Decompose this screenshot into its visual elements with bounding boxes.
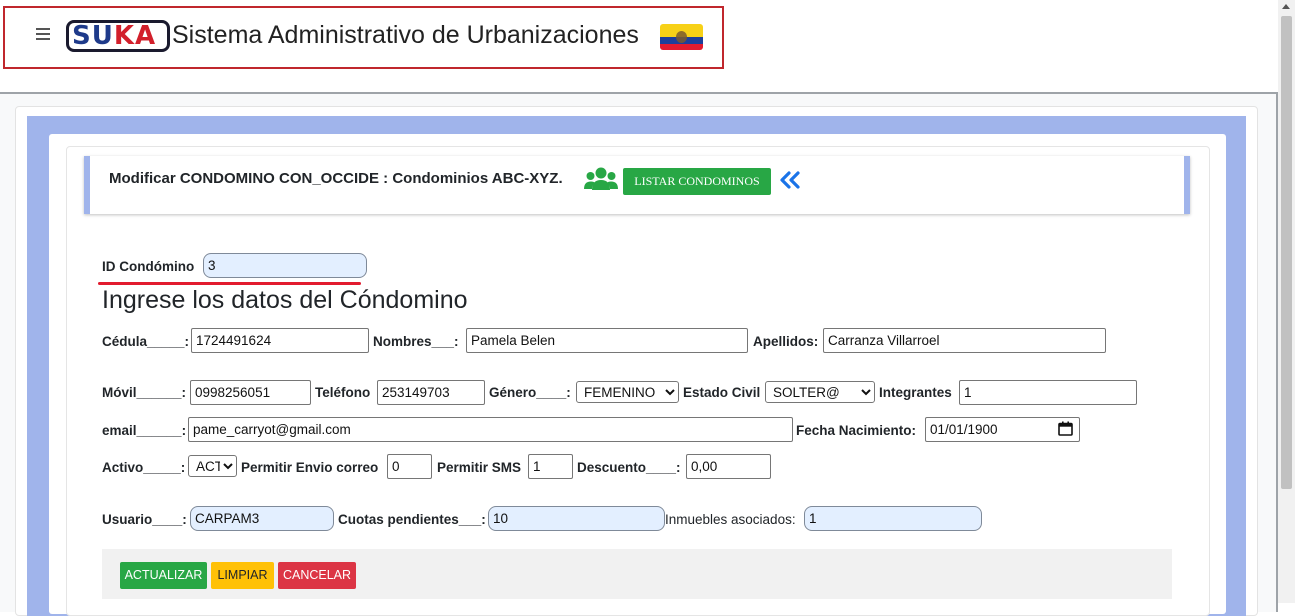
integrantes-label: Integrantes (879, 385, 952, 400)
cedula-label: Cédula_____: (102, 334, 190, 349)
limpiar-button[interactable]: LIMPIAR (211, 562, 274, 589)
inmuebles-asociados-label: Inmuebles asociados: (665, 512, 796, 527)
ecuador-flag-icon (660, 24, 703, 50)
cuotas-pendientes-label: Cuotas pendientes___: (338, 512, 486, 527)
genero-label: Género____: (489, 385, 571, 400)
double-chevron-left-icon[interactable] (778, 171, 802, 189)
inmuebles-asociados-field[interactable] (804, 506, 982, 531)
genero-select[interactable]: FEMENINO (576, 381, 679, 403)
cancelar-button[interactable]: CANCELAR (278, 562, 356, 589)
scroll-up-arrow-icon[interactable] (1282, 4, 1290, 9)
hamburger-menu-icon[interactable] (36, 28, 50, 40)
usuario-label: Usuario____: (102, 512, 187, 527)
id-condomino-field[interactable] (203, 253, 367, 278)
section-heading: Ingrese los datos del Cóndomino (102, 286, 468, 314)
actualizar-button[interactable]: ACTUALIZAR (120, 562, 207, 589)
users-icon (584, 167, 618, 190)
descuento-label: Descuento____: (577, 460, 681, 475)
activo-label: Activo_____: (102, 460, 186, 475)
telefono-label: Teléfono (315, 385, 371, 400)
calendar-icon[interactable] (1058, 421, 1073, 436)
descuento-field[interactable] (686, 454, 771, 479)
cedula-field[interactable] (191, 328, 369, 353)
sms-field[interactable] (528, 454, 573, 479)
telefono-field[interactable] (377, 380, 485, 405)
apellidos-label: Apellidos: (753, 334, 819, 349)
suka-logo: SUKA (66, 20, 170, 52)
activo-select[interactable]: ACT (188, 455, 237, 477)
cuotas-pendientes-field[interactable] (488, 506, 665, 531)
id-condomino-label: ID Condómino (102, 259, 195, 274)
envio-correo-label: Permitir Envio correo (241, 460, 379, 475)
fecha-nacimiento-field[interactable] (925, 417, 1080, 442)
list-condominos-button[interactable]: LISTAR CONDOMINOS (623, 168, 771, 195)
integrantes-field[interactable] (959, 380, 1137, 405)
estado-civil-label: Estado Civil (683, 385, 761, 400)
scrollbar-thumb[interactable] (1281, 16, 1292, 489)
movil-field[interactable] (190, 380, 311, 405)
usuario-field[interactable] (190, 506, 334, 531)
nombres-label: Nombres___: (373, 334, 459, 349)
envio-correo-field[interactable] (387, 454, 432, 479)
app-title: Sistema Administrativo de Urbanizaciones (172, 21, 639, 49)
sms-label: Permitir SMS (437, 460, 522, 475)
email-field[interactable] (188, 417, 793, 442)
vertical-scrollbar[interactable] (1278, 0, 1295, 603)
estado-civil-select[interactable]: SOLTER@ (765, 381, 875, 403)
movil-label: Móvil______: (102, 385, 187, 400)
page-title: Modificar CONDOMINO CON_OCCIDE : Condomi… (109, 170, 563, 187)
email-label: email______: (102, 423, 187, 438)
fecha-nacimiento-label: Fecha Nacimiento: (796, 423, 917, 438)
nombres-field[interactable] (466, 328, 748, 353)
apellidos-field[interactable] (823, 328, 1106, 353)
